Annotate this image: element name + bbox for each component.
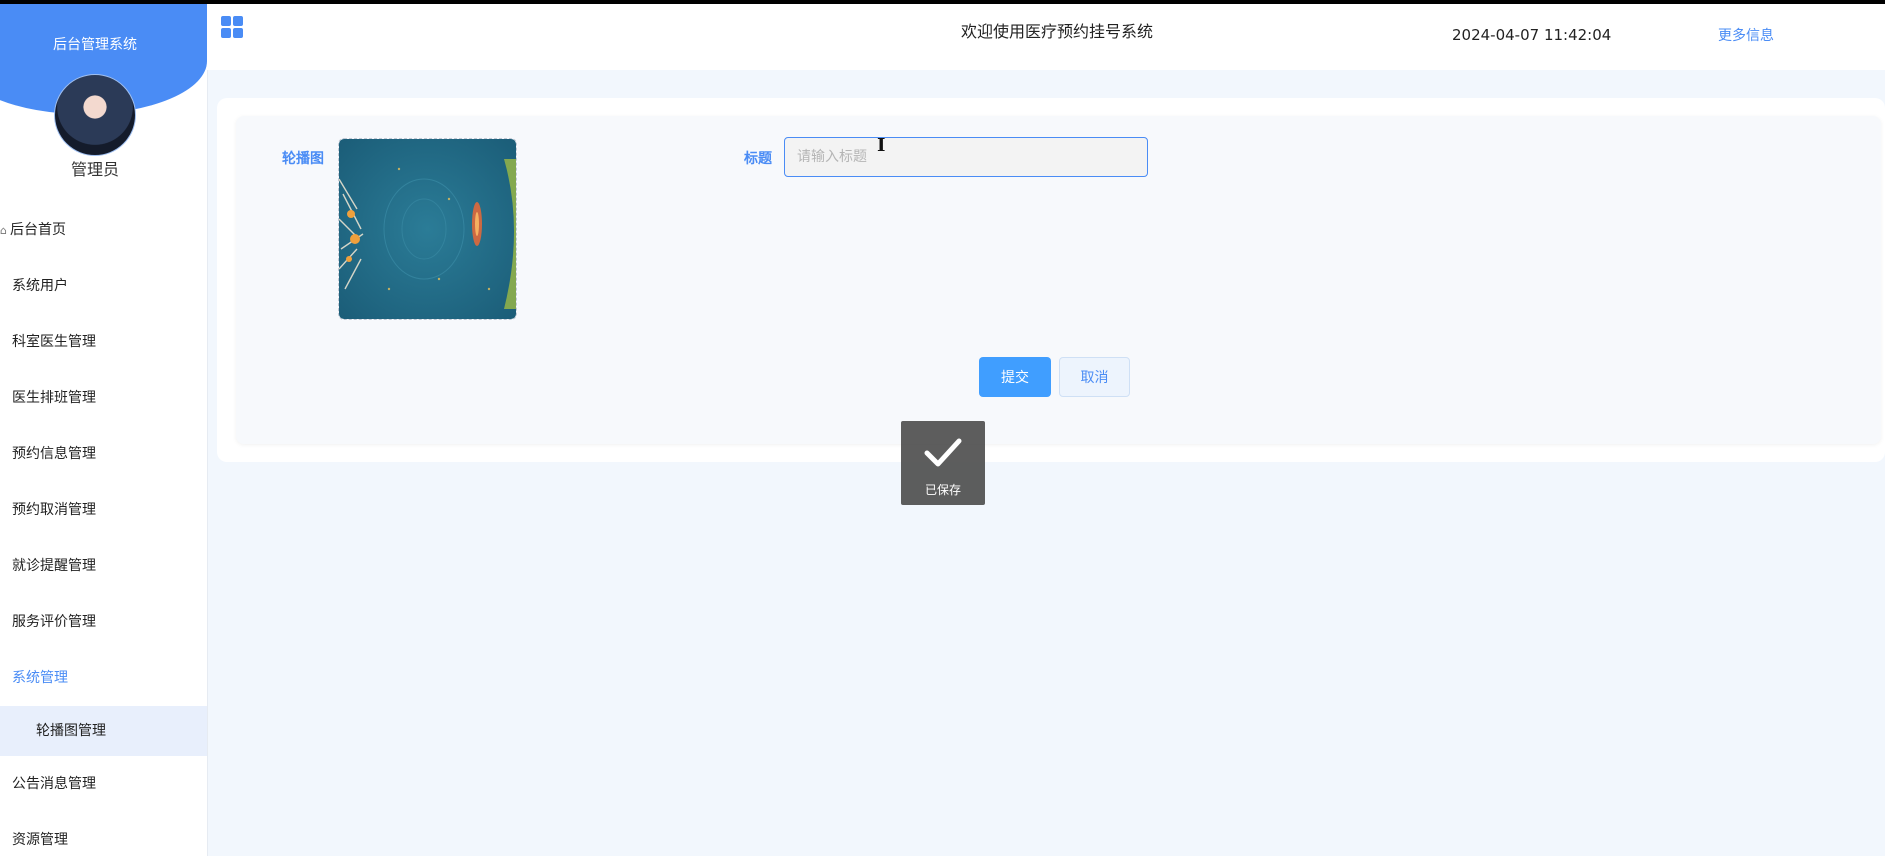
sidebar-item-system-management[interactable]: 系统管理 — [0, 650, 207, 706]
sidebar-item-label: 预约信息管理 — [12, 446, 96, 462]
submit-button[interactable]: 提交 — [979, 357, 1051, 397]
toast-message: 已保存 — [924, 483, 961, 497]
sidebar-item-visit-reminders[interactable]: 就诊提醒管理 — [0, 538, 207, 594]
checkmark-icon — [924, 438, 962, 467]
sidebar-item-label: 科室医生管理 — [12, 334, 96, 350]
home-icon: ⌂ — [0, 224, 7, 237]
sidebar-item-doctor-schedule[interactable]: 医生排班管理 — [0, 370, 207, 426]
sidebar-item-resources[interactable]: 资源管理 — [0, 812, 207, 856]
sidebar-item-label: 系统用户 — [12, 278, 68, 294]
sidebar-item-label: 预约取消管理 — [12, 502, 96, 518]
sidebar-item-department-doctors[interactable]: 科室医生管理 — [0, 314, 207, 370]
sidebar-title: 后台管理系统 — [53, 37, 137, 53]
carousel-image-upload[interactable] — [338, 138, 517, 320]
sidebar-item-system-users[interactable]: 系统用户 — [0, 258, 207, 314]
app-window: 后台管理系统 管理员 ⌂ 后台首页 系统用户 科室医生管理 医生排班管理 预约信息… — [0, 4, 1885, 856]
text-cursor-icon: I — [877, 135, 886, 156]
sidebar-item-label: 服务评价管理 — [12, 614, 96, 630]
title-label: 标题 — [744, 151, 772, 167]
sidebar-menu: ⌂ 后台首页 系统用户 科室医生管理 医生排班管理 预约信息管理 预约取消管理 就… — [0, 202, 207, 856]
top-bar: 欢迎使用医疗预约挂号系统 2024-04-07 11:42:04 更多信息 — [207, 4, 1885, 70]
avatar[interactable] — [54, 74, 136, 156]
sidebar-item-appointments[interactable]: 预约信息管理 — [0, 426, 207, 482]
sidebar: 后台管理系统 管理员 ⌂ 后台首页 系统用户 科室医生管理 医生排班管理 预约信息… — [0, 4, 208, 856]
sidebar-item-label: 后台首页 — [10, 222, 66, 238]
sidebar-item-cancellations[interactable]: 预约取消管理 — [0, 482, 207, 538]
sidebar-item-label: 资源管理 — [12, 832, 68, 848]
sidebar-item-label: 系统管理 — [12, 670, 68, 686]
sidebar-item-announcements[interactable]: 公告消息管理 — [0, 756, 207, 812]
carousel-label: 轮播图 — [282, 151, 324, 167]
sidebar-item-label: 就诊提醒管理 — [12, 558, 96, 574]
sidebar-item-service-reviews[interactable]: 服务评价管理 — [0, 594, 207, 650]
saved-toast: 已保存 — [901, 421, 985, 505]
cancel-button[interactable]: 取消 — [1059, 357, 1130, 397]
sidebar-item-label: 公告消息管理 — [12, 776, 96, 792]
sidebar-item-label: 医生排班管理 — [12, 390, 96, 406]
welcome-title: 欢迎使用医疗预约挂号系统 — [960, 22, 1153, 41]
datetime-display: 2024-04-07 11:42:04 — [1452, 26, 1612, 44]
sidebar-item-carousel[interactable]: 轮播图管理 — [0, 706, 207, 756]
title-input[interactable] — [784, 137, 1148, 177]
carousel-image-preview — [339, 139, 516, 319]
sidebar-item-label: 轮播图管理 — [36, 723, 106, 739]
user-role: 管理员 — [70, 160, 119, 179]
more-info-link[interactable]: 更多信息 — [1718, 25, 1774, 45]
sidebar-item-home[interactable]: ⌂ 后台首页 — [0, 202, 207, 258]
